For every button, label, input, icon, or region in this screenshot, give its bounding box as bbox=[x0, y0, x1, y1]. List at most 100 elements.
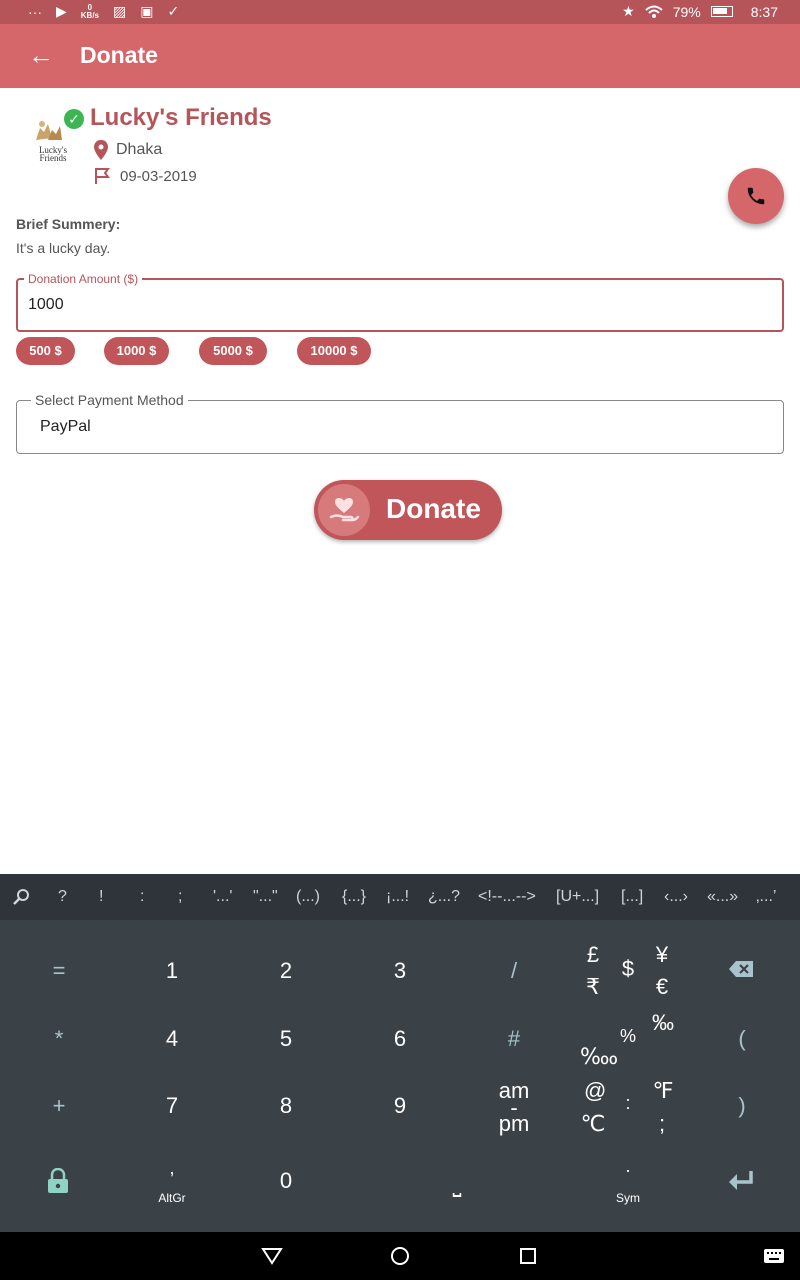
amount-chip-1000[interactable]: 1000 $ bbox=[104, 337, 169, 365]
status-bar: ··· ▶ 0 KB/s ▨ ▣ ✓ ★ 79% 8:37 bbox=[0, 0, 800, 24]
arrow-back-icon[interactable]: ← bbox=[28, 40, 54, 71]
star-icon: ★ bbox=[622, 3, 635, 19]
navigation-bar bbox=[0, 1232, 800, 1280]
donate-button-label: Donate bbox=[386, 493, 481, 524]
suggestion-key[interactable]: ¿...? bbox=[428, 888, 460, 906]
key-comma[interactable]: , bbox=[157, 1158, 187, 1179]
key-1[interactable]: 1 bbox=[157, 958, 187, 984]
key-celsius-hint: ℃ bbox=[580, 1111, 606, 1136]
key-euro-hint: € bbox=[655, 974, 669, 999]
key-pound-hint: £ bbox=[586, 942, 600, 967]
back-nav-icon[interactable] bbox=[261, 1247, 283, 1265]
more-icon: ··· bbox=[28, 3, 42, 20]
summary-text: It's a lucky day. bbox=[16, 240, 111, 256]
keyboard: = 1 2 3 / $ £ ₹ ¥ € * 4 5 6 # % ‰ ‱ ( + … bbox=[0, 920, 800, 1232]
key-altgr-label: AltGr bbox=[158, 1191, 186, 1205]
key-sym-label[interactable]: Sym bbox=[598, 1191, 658, 1205]
donation-amount-label: Donation Amount ($) bbox=[24, 272, 143, 286]
image-icon: ▨ bbox=[113, 3, 127, 19]
date-text: 09-03-2019 bbox=[120, 167, 197, 185]
key-dollar[interactable]: $ bbox=[613, 956, 643, 982]
key-fahrenheit-hint: ℉ bbox=[652, 1078, 674, 1103]
amount-chip-10000[interactable]: 10000 $ bbox=[297, 337, 371, 365]
location-pin-icon bbox=[94, 140, 108, 160]
key-basispoint-hint: ‱ bbox=[580, 1044, 619, 1069]
suggestion-key[interactable]: ¡...! bbox=[386, 888, 409, 906]
payment-method-label: Select Payment Method bbox=[31, 392, 188, 408]
key-at-hint: @ bbox=[584, 1078, 607, 1103]
flag-icon bbox=[95, 168, 110, 184]
keyboard-toggle-icon[interactable] bbox=[764, 1249, 784, 1263]
suggestion-key[interactable]: ‚...’ bbox=[756, 888, 776, 906]
clock: 8:37 bbox=[750, 3, 778, 20]
key-9[interactable]: 9 bbox=[385, 1093, 415, 1119]
key-5[interactable]: 5 bbox=[271, 1026, 301, 1052]
amount-chip-5000[interactable]: 5000 $ bbox=[199, 337, 267, 365]
key-3[interactable]: 3 bbox=[385, 958, 415, 984]
key-permille-hint: ‰ bbox=[652, 1010, 674, 1035]
suggestion-key[interactable]: [...] bbox=[621, 888, 643, 906]
phone-icon bbox=[747, 187, 765, 205]
lock-icon[interactable] bbox=[47, 1168, 69, 1194]
check-icon: ✓ bbox=[167, 3, 180, 19]
keyboard-suggestion-bar: ? ! : ; '...' "..." (...) {...} ¡...! ¿.… bbox=[0, 874, 800, 920]
key-pm-hint: pm bbox=[498, 1111, 530, 1136]
recents-nav-icon[interactable] bbox=[520, 1248, 536, 1264]
key-8[interactable]: 8 bbox=[271, 1093, 301, 1119]
suggestion-key[interactable]: «...» bbox=[707, 888, 738, 906]
battery-icon bbox=[710, 6, 733, 17]
key-2[interactable]: 2 bbox=[271, 958, 301, 984]
donate-button[interactable]: Donate bbox=[314, 480, 502, 540]
suggestion-key[interactable]: {...} bbox=[342, 888, 366, 906]
key-4[interactable]: 4 bbox=[157, 1026, 187, 1052]
suggestion-key[interactable]: (...) bbox=[296, 888, 320, 906]
donation-amount-input[interactable] bbox=[28, 296, 628, 314]
suggestion-key[interactable]: '...' bbox=[213, 888, 232, 906]
app-bar: ← Donate bbox=[0, 24, 800, 88]
page-title: Donate bbox=[80, 42, 158, 68]
data-speed-icon: 0 KB/s bbox=[80, 3, 100, 20]
search-icon[interactable] bbox=[12, 888, 30, 906]
battery-percent: 79% bbox=[672, 3, 701, 20]
amount-chip-500[interactable]: 500 $ bbox=[16, 337, 75, 365]
key-equals[interactable]: = bbox=[44, 958, 74, 984]
suggestion-key[interactable]: ? bbox=[58, 888, 67, 906]
suggestion-key[interactable]: : bbox=[140, 888, 144, 906]
key-hash[interactable]: # bbox=[499, 1026, 529, 1052]
org-name: Lucky's Friends bbox=[90, 104, 272, 131]
key-dot[interactable]: . bbox=[613, 1156, 643, 1177]
suggestion-key[interactable]: ; bbox=[178, 888, 182, 906]
suggestion-key[interactable]: <!--...--> bbox=[478, 888, 536, 906]
suggestion-key[interactable]: "..." bbox=[253, 888, 278, 906]
heart-hand-icon bbox=[318, 484, 370, 536]
call-button[interactable] bbox=[728, 168, 784, 224]
summary-label: Brief Summery: bbox=[16, 216, 121, 232]
key-asterisk[interactable]: * bbox=[44, 1026, 74, 1052]
backspace-icon[interactable] bbox=[728, 960, 754, 978]
flipboard-icon: ▣ bbox=[140, 3, 154, 19]
key-space[interactable]: ⎵ bbox=[444, 1172, 470, 1198]
key-0[interactable]: 0 bbox=[271, 1168, 301, 1194]
payment-method-select[interactable] bbox=[16, 400, 784, 454]
key-semicolon-hint: ; bbox=[658, 1111, 666, 1136]
key-7[interactable]: 7 bbox=[157, 1093, 187, 1119]
home-nav-icon[interactable] bbox=[390, 1246, 410, 1266]
date-row: 09-03-2019 bbox=[94, 167, 197, 185]
verified-badge-icon: ✓ bbox=[64, 109, 84, 129]
location-text: Dhaka bbox=[116, 141, 163, 158]
org-logo-text: Lucky's Friends bbox=[38, 145, 68, 163]
key-colon[interactable]: : bbox=[613, 1093, 643, 1114]
key-close-paren[interactable]: ) bbox=[727, 1093, 757, 1119]
data-speed-unit: KB/s bbox=[80, 10, 100, 20]
enter-icon[interactable] bbox=[727, 1170, 755, 1192]
suggestion-key[interactable]: ‹...› bbox=[664, 888, 688, 906]
key-6[interactable]: 6 bbox=[385, 1026, 415, 1052]
location-row: Dhaka bbox=[94, 140, 162, 160]
key-plus[interactable]: + bbox=[44, 1093, 74, 1119]
key-open-paren[interactable]: ( bbox=[727, 1026, 757, 1052]
suggestion-key[interactable]: ! bbox=[99, 888, 103, 906]
play-icon: ▶ bbox=[56, 3, 67, 19]
wifi-icon bbox=[645, 5, 663, 18]
key-slash[interactable]: / bbox=[499, 958, 529, 984]
suggestion-key[interactable]: [U+...] bbox=[556, 888, 599, 906]
